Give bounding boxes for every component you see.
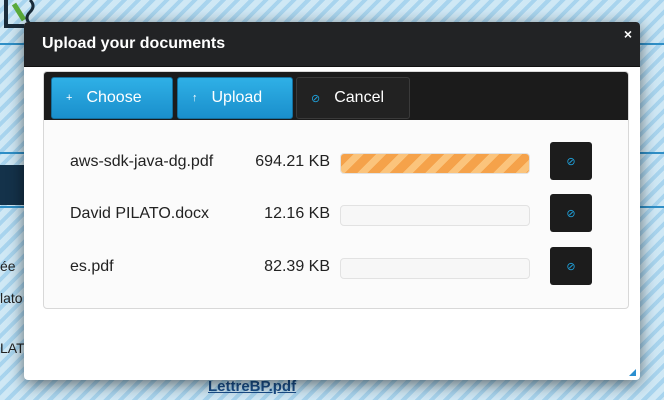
file-name: aws-sdk-java-dg.pdf [70,153,214,170]
choose-button-label: Choose [86,89,142,106]
upload-icon: ↑ [192,92,198,104]
file-name: David PILATO.docx [70,205,210,222]
file-cancel-button[interactable]: ⊘ [550,142,592,180]
file-size: 694.21 KB [255,153,330,170]
upload-progress-bar [340,205,530,226]
upload-dialog: Upload your documents × + Choose ↑ Uploa… [24,22,640,380]
cancel-icon: ⊘ [566,155,576,168]
upload-progress-fill [341,154,529,173]
upload-button[interactable]: ↑ Upload [177,77,293,119]
cancel-button-label: Cancel [334,89,385,106]
choose-button[interactable]: + Choose [51,77,173,119]
background-text-fragment: lato [0,290,23,306]
cancel-icon: ⊘ [311,92,321,105]
upload-toolbar: + Choose ↑ Upload ⊘ Cancel [44,72,628,120]
file-cancel-button[interactable]: ⊘ [550,194,592,232]
upload-progress-bar [340,258,530,279]
file-size: 12.16 KB [264,205,330,222]
close-icon[interactable]: × [624,26,632,42]
background-file-link[interactable]: LettreBP.pdf [208,378,296,395]
file-size: 82.39 KB [264,258,330,275]
file-row: aws-sdk-java-dg.pdf 694.21 KB ⊘ [44,142,628,182]
upload-progress-bar [340,153,530,174]
file-cancel-button[interactable]: ⊘ [550,247,592,285]
cancel-button[interactable]: ⊘ Cancel [296,77,410,119]
cancel-icon: ⊘ [566,207,576,220]
background-text-fragment: ée [0,258,16,274]
cancel-icon: ⊘ [566,260,576,273]
upload-panel: + Choose ↑ Upload ⊘ Cancel aws-sdk-java-… [43,71,629,309]
dialog-titlebar[interactable]: Upload your documents × [24,22,640,67]
file-name: es.pdf [70,258,114,275]
plus-icon: + [66,92,73,104]
dialog-title: Upload your documents [42,35,226,52]
background-text-fragment: LAT [0,340,25,356]
resize-grip-icon[interactable] [629,369,636,376]
upload-button-label: Upload [211,89,263,106]
file-row: es.pdf 82.39 KB ⊘ [44,247,628,287]
file-row: David PILATO.docx 12.16 KB ⊘ [44,194,628,234]
